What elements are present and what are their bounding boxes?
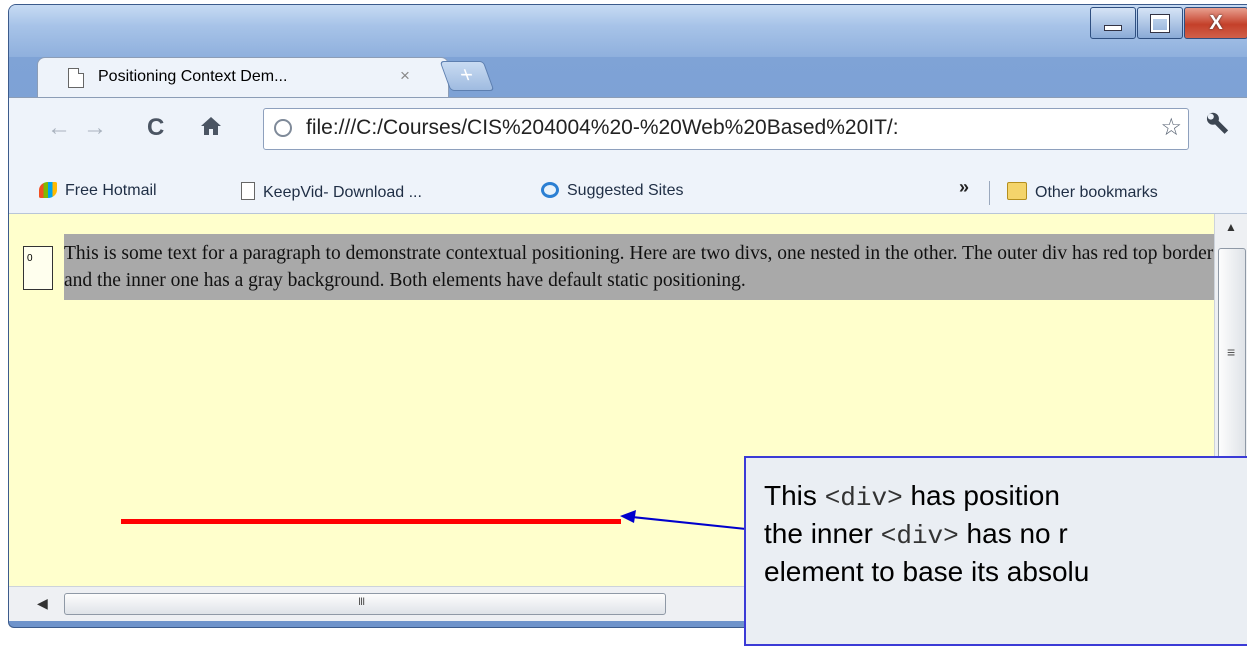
callout-line-1: This <div> has position — [764, 478, 1244, 516]
callout-code: <div> — [824, 483, 903, 513]
callout-text: has no r — [958, 518, 1068, 549]
callout-text: the inner — [764, 518, 881, 549]
annotation-callout: This <div> has position the inner <div> … — [744, 456, 1247, 646]
callout-text: This — [764, 480, 825, 511]
callout-line-2: the inner <div> has no r — [764, 516, 1244, 554]
callout-text: has position — [902, 480, 1060, 511]
callout-line-3: element to base its absolu — [764, 556, 1090, 587]
callout-code: <div> — [880, 521, 959, 551]
